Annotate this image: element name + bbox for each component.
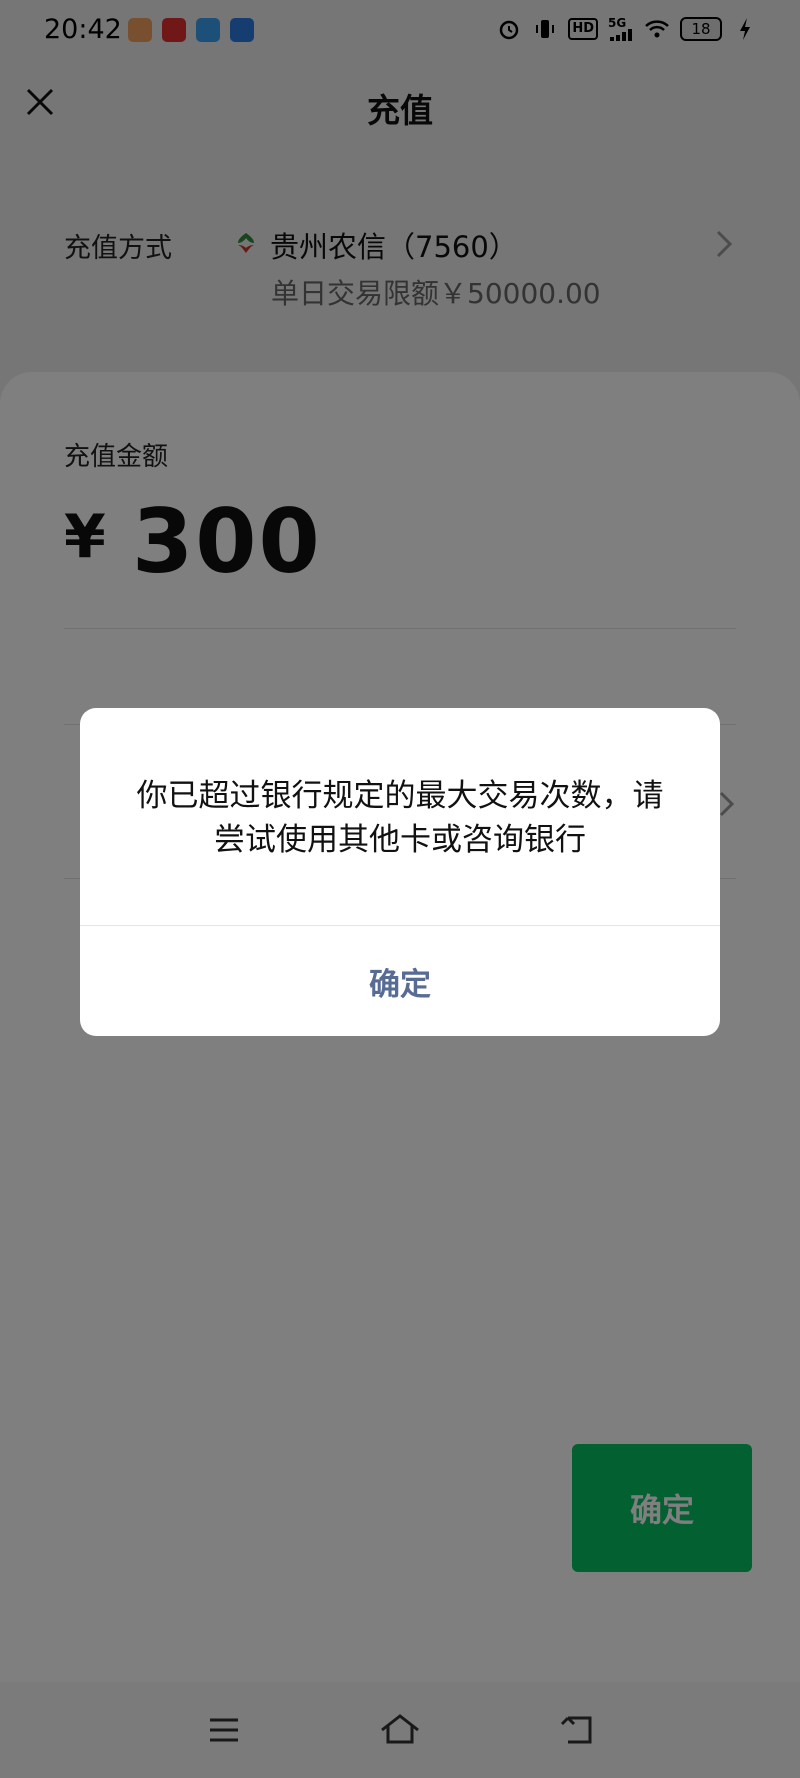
- recharge-screen: 20:42 HD 5G 18: [0, 0, 800, 1778]
- dialog-confirm-button[interactable]: 确定: [80, 926, 720, 1036]
- dialog-message: 你已超过银行规定的最大交易次数，请尝试使用其他卡或咨询银行: [136, 778, 664, 858]
- alert-dialog: 你已超过银行规定的最大交易次数，请尝试使用其他卡或咨询银行 确定: [80, 708, 720, 1036]
